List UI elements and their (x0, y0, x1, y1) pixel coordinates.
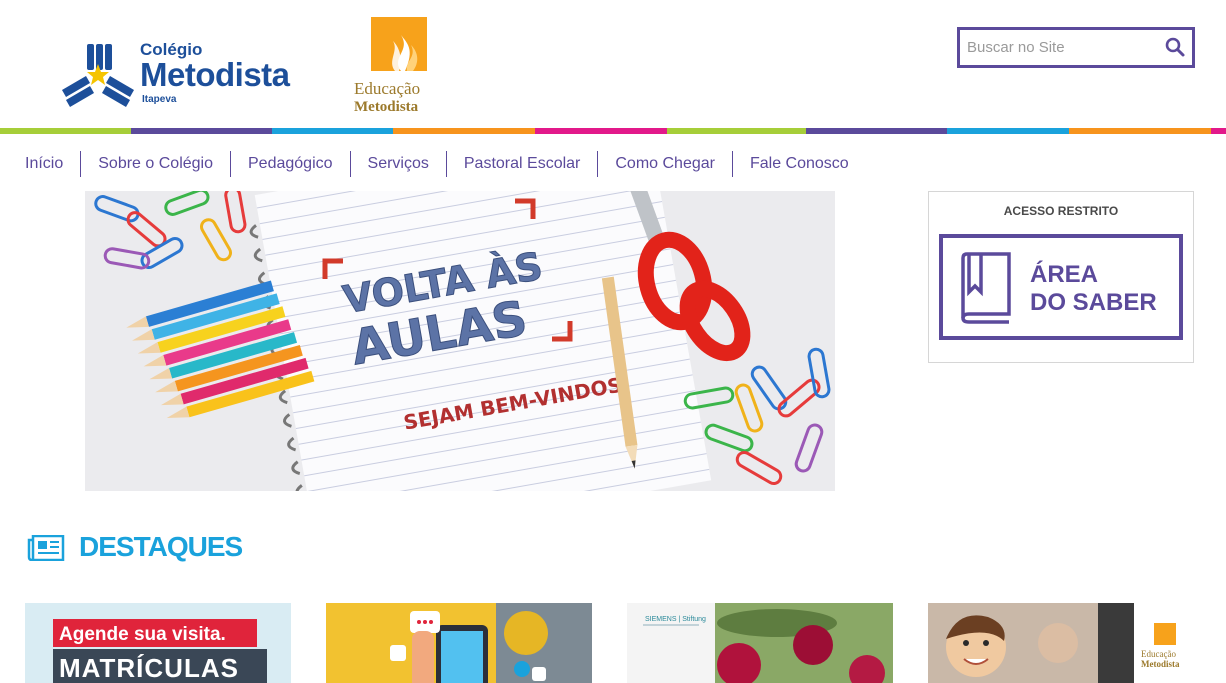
color-stripe (0, 128, 1226, 134)
stripe-segment (0, 128, 131, 134)
search-icon[interactable] (1164, 36, 1186, 58)
area-do-saber-button[interactable]: ÁREA DO SABER (939, 234, 1183, 340)
nav-item-inicio[interactable]: Início (0, 151, 80, 177)
nav-item-pedagogico[interactable]: Pedagógico (230, 151, 350, 177)
acesso-restrito-title: ACESSO RESTRITO (1003, 204, 1119, 218)
nav-item-servicos[interactable]: Serviços (349, 151, 446, 177)
site-header: Colégio Metodista Itapeva Educação Metod… (0, 0, 1226, 128)
logo-city-text: Itapeva (142, 94, 177, 105)
search-box (957, 27, 1195, 68)
nav-item-sobre[interactable]: Sobre o Colégio (80, 151, 230, 177)
main-nav: Início Sobre o Colégio Pedagógico Serviç… (0, 150, 866, 178)
nav-item-pastoral[interactable]: Pastoral Escolar (445, 151, 598, 177)
nav-item-como-chegar[interactable]: Como Chegar (597, 151, 732, 177)
hero-banner[interactable]: VOLTA ÀS AULAS SEJAM BEM-VINDOS! (85, 191, 835, 491)
stripe-segment (1211, 128, 1226, 134)
educacao-logo-line1: Educação (354, 79, 421, 98)
stripe-segment (535, 128, 667, 134)
search-input[interactable] (960, 30, 1150, 65)
area-do-saber-line1: ÁREA (1030, 261, 1099, 288)
phone-apps-icon (326, 603, 592, 683)
stripe-segment (806, 128, 947, 134)
stripe-segment (393, 128, 535, 134)
area-do-saber-line2: DO SABER (1030, 289, 1157, 316)
destaque-card-apps[interactable] (326, 603, 592, 683)
stripe-segment (1069, 128, 1211, 134)
educacao-logo-line2: Metodista (354, 99, 419, 115)
destaque-card-matriculas[interactable]: Agende sua visita. MATRÍCULAS (25, 603, 291, 683)
metodista-cross-icon (62, 44, 134, 107)
acesso-restrito-box: ACESSO RESTRITO ÁREA DO SABER (928, 191, 1194, 363)
flame-icon (371, 17, 427, 71)
stripe-segment (667, 128, 806, 134)
destaques-title: DESTAQUES (79, 531, 243, 562)
stripe-segment (131, 128, 272, 134)
card-matriculas-line1: Agende sua visita. (59, 624, 226, 645)
newspaper-icon (27, 535, 65, 561)
card-matriculas-line2: MATRÍCULAS (59, 653, 239, 683)
book-icon (961, 252, 1011, 324)
logo-metodista-text: Metodista (140, 56, 290, 93)
card-educacao-logo-line1: Educação (1141, 649, 1176, 659)
colegio-metodista-logo[interactable]: Colégio Metodista Itapeva (60, 40, 320, 112)
card-siemens-caption: SIEMENS | Stiftung (645, 616, 706, 623)
stripe-segment (947, 128, 1069, 134)
banner-illustration: VOLTA ÀS AULAS SEJAM BEM-VINDOS! (85, 191, 835, 491)
stripe-segment (272, 128, 393, 134)
destaque-card-siemens[interactable]: SIEMENS | Stiftung (627, 603, 893, 683)
card-educacao-logo-line2: Metodista (1141, 659, 1180, 669)
nav-item-fale-conosco[interactable]: Fale Conosco (731, 151, 866, 177)
educacao-metodista-logo[interactable]: Educação Metodista (354, 17, 446, 117)
destaque-card-educacao[interactable]: Educação Metodista (928, 603, 1194, 683)
